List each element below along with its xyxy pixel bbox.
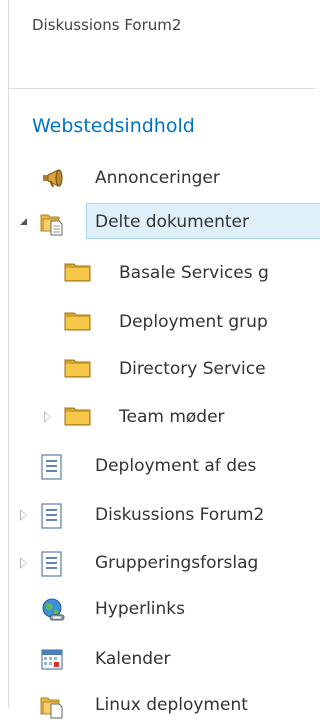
nav-item-label: Basale Services g [119, 263, 269, 283]
nav-item-label: Annonceringer [95, 168, 220, 188]
document-library-icon [39, 693, 63, 719]
nav-item-folder-directory-service[interactable]: Directory Service [0, 351, 315, 387]
document-library-icon [39, 210, 63, 236]
nav-item-hyperlinks[interactable]: Hyperlinks [0, 591, 315, 627]
nav-item-label: Deployment af des [95, 456, 257, 476]
nav-item-list-diskussions-forum[interactable]: Diskussions Forum2 [0, 497, 315, 533]
site-contents-heading[interactable]: Webstedsindhold [32, 115, 195, 137]
nav-item-label: Linux deployment [95, 695, 248, 715]
folder-icon [64, 261, 91, 285]
nav-item-label: Delte dokumenter [95, 212, 249, 232]
list-icon [40, 454, 64, 480]
nav-item-label: Team møder [119, 407, 225, 427]
nav-item-label: Diskussions Forum2 [95, 505, 265, 525]
nav-item-calendar[interactable]: Kalender [0, 641, 315, 677]
globe-link-icon [40, 597, 65, 621]
collapsed-arrow-icon[interactable] [20, 557, 27, 569]
nav-item-linux-deployment[interactable]: Linux deployment [0, 687, 315, 723]
nav-item-label: Directory Service [119, 359, 266, 379]
divider [8, 88, 315, 89]
calendar-icon [40, 647, 64, 671]
list-icon [40, 551, 64, 577]
folder-icon [64, 405, 91, 429]
nav-item-shared-documents[interactable]: Delte dokumenter [0, 204, 315, 240]
folder-icon [64, 310, 91, 334]
collapsed-arrow-icon[interactable] [20, 509, 27, 521]
folder-icon [64, 357, 91, 381]
expanded-arrow-icon[interactable] [20, 218, 27, 225]
nav-item-label: Hyperlinks [95, 599, 186, 619]
nav-item-label: Kalender [95, 649, 171, 669]
nav-item-label: Grupperingsforslag [95, 553, 259, 573]
page-title: Diskussions Forum2 [32, 16, 182, 34]
collapsed-arrow-icon[interactable] [44, 411, 51, 423]
nav-item-folder-basale-services[interactable]: Basale Services g [0, 255, 315, 291]
nav-item-list-grupperingsforslag[interactable]: Grupperingsforslag [0, 545, 315, 581]
nav-item-folder-team-moder[interactable]: Team møder [0, 399, 315, 435]
nav-item-announcements[interactable]: Annonceringer [0, 160, 315, 196]
nav-item-list-deployment[interactable]: Deployment af des [0, 448, 315, 484]
nav-item-label: Deployment grup [119, 312, 268, 332]
list-icon [40, 503, 64, 529]
nav-item-folder-deployment-grup[interactable]: Deployment grup [0, 304, 315, 340]
megaphone-icon [40, 166, 64, 190]
